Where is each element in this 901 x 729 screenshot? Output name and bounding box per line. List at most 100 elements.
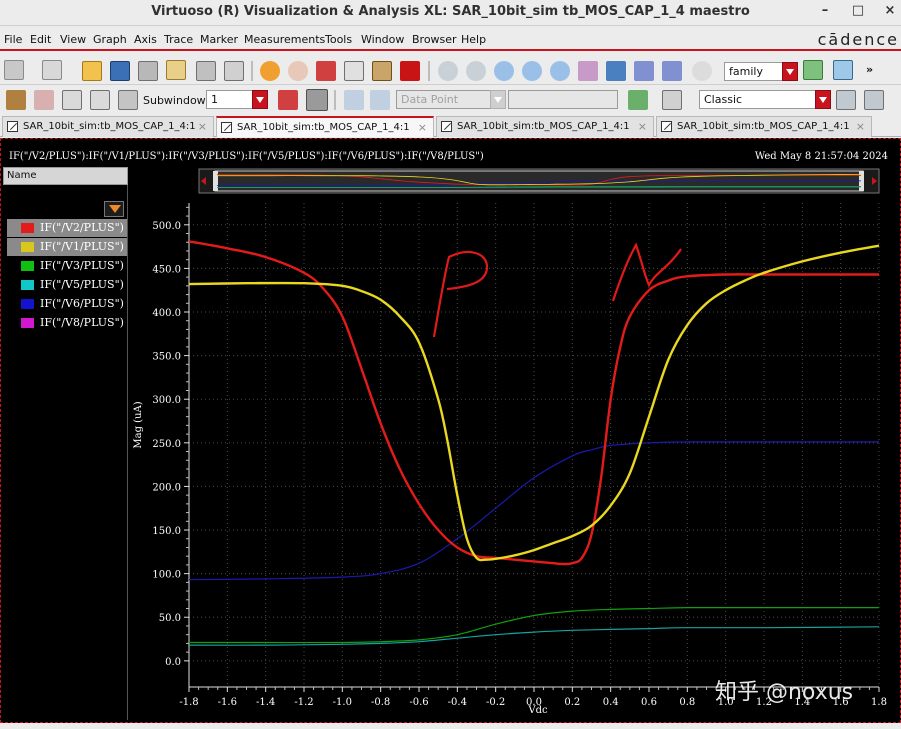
close-window-button[interactable]: × (880, 3, 900, 21)
family-combobox[interactable]: family (724, 62, 798, 81)
x-tick-label: 0.2 (564, 697, 580, 708)
save-icon[interactable] (110, 61, 130, 81)
toolbar-overflow-button[interactable]: » (866, 63, 873, 76)
chat-icon[interactable] (306, 89, 328, 111)
new-window-icon[interactable] (4, 60, 24, 80)
y-tick-label: 200.0 (152, 482, 181, 493)
properties-icon[interactable] (836, 90, 856, 110)
tab-1[interactable]: SAR_10bit_sim:tb_MOS_CAP_1_4:1 × (2, 116, 214, 137)
tab-close-icon[interactable]: × (198, 120, 207, 133)
tab-close-icon[interactable]: × (418, 121, 427, 134)
strip-icon[interactable] (833, 60, 853, 80)
flag-icon[interactable] (278, 90, 298, 110)
filter-icon[interactable] (104, 201, 124, 217)
chevron-down-icon[interactable] (252, 90, 268, 109)
right-arrow-icon[interactable] (370, 90, 390, 110)
y-tick-label: 300.0 (152, 395, 181, 406)
x-tick-label: -1.6 (218, 697, 237, 708)
y-tick-label: 500.0 (152, 221, 181, 232)
undo-icon[interactable] (260, 61, 280, 81)
columns-icon[interactable] (90, 90, 110, 110)
minimize-button[interactable]: – (815, 3, 835, 21)
menu-window[interactable]: Window (361, 33, 404, 46)
plot-axes: -1.8 -1.6 -1.4 -1.2 -1.0 -0.8 -0.6 -0.4 -0.2 0.0 0… (152, 203, 887, 708)
waveform-plot[interactable]: -1.8 -1.6 -1.4 -1.2 -1.0 -0.8 -0.6 -0.4 -0.2 0.0 0… (129, 167, 899, 720)
maximize-button[interactable]: □ (848, 3, 868, 21)
menu-edit[interactable]: Edit (30, 33, 51, 46)
new-subwindow-icon[interactable] (42, 60, 62, 80)
subwindow-grid-icon[interactable] (118, 90, 138, 110)
fit-icon[interactable] (662, 61, 682, 81)
chevron-down-icon[interactable] (782, 62, 798, 81)
style-combobox[interactable]: Classic (699, 90, 831, 109)
tab-3[interactable]: SAR_10bit_sim:tb_MOS_CAP_1_4:1 × (436, 116, 654, 137)
legend-name-header: Name (3, 167, 128, 185)
zoom-out-icon[interactable] (522, 61, 542, 81)
delete-icon[interactable] (400, 61, 420, 81)
left-arrow-icon[interactable] (344, 90, 364, 110)
chevron-down-icon[interactable] (815, 90, 831, 109)
zoom-reset-icon[interactable] (466, 61, 486, 81)
pan-icon[interactable] (634, 61, 654, 81)
grid-icon[interactable] (196, 61, 216, 81)
legend-item-v8[interactable]: IF("/V8/PLUS") (7, 314, 127, 332)
menu-bar: File Edit View Graph Axis Trace Marker M… (0, 28, 901, 51)
x-tick-label: -0.2 (486, 697, 505, 708)
overview-strip[interactable] (198, 168, 880, 194)
stack-icon[interactable] (803, 60, 823, 80)
chevron-down-icon[interactable] (490, 90, 506, 109)
open-folder-icon[interactable] (82, 61, 102, 81)
legend-item-v5[interactable]: IF("/V5/PLUS") (7, 276, 127, 294)
cards-icon[interactable] (34, 90, 54, 110)
y-tick-label: 50.0 (159, 613, 181, 624)
data-point-combobox[interactable]: Data Point (396, 90, 506, 109)
table-icon[interactable] (662, 90, 682, 110)
plot-window-icon (441, 121, 452, 132)
legend-label: IF("/V3/PLUS") (40, 259, 124, 272)
legend-item-v2[interactable]: IF("/V2/PLUS") (7, 219, 127, 237)
x-tick-label: 0.4 (603, 697, 619, 708)
tab-4[interactable]: SAR_10bit_sim:tb_MOS_CAP_1_4:1 × (656, 116, 872, 137)
tab-2[interactable]: SAR_10bit_sim:tb_MOS_CAP_1_4:1 × (216, 116, 434, 137)
marker-wand-icon[interactable] (6, 90, 26, 110)
tab-close-icon[interactable]: × (638, 120, 647, 133)
separator (251, 61, 253, 81)
cut-icon[interactable] (316, 61, 336, 81)
menu-graph[interactable]: Graph (93, 33, 127, 46)
subwindow-combobox[interactable]: 1 (206, 90, 268, 109)
zoom-fit-icon[interactable] (438, 61, 458, 81)
menu-marker[interactable]: Marker (200, 33, 238, 46)
zoom-box-icon[interactable] (606, 61, 626, 81)
y-tick-label: 150.0 (152, 526, 181, 537)
bar-chart-icon[interactable] (628, 90, 648, 110)
print-icon[interactable] (138, 61, 158, 81)
graph-window[interactable]: IF("/V2/PLUS"):IF("/V1/PLUS"):IF("/V3/PL… (0, 138, 901, 723)
edit-icon[interactable] (224, 61, 244, 81)
zoom-in-icon[interactable] (494, 61, 514, 81)
search-icon[interactable] (692, 61, 712, 81)
paste-icon[interactable] (372, 61, 392, 81)
legend-label: IF("/V8/PLUS") (40, 316, 124, 329)
menu-axis[interactable]: Axis (134, 33, 157, 46)
legend-item-v3[interactable]: IF("/V3/PLUS") (7, 257, 127, 275)
tab-close-icon[interactable]: × (856, 120, 865, 133)
waveform-icon[interactable] (166, 60, 186, 80)
menu-browser[interactable]: Browser (412, 33, 457, 46)
legend-item-v1[interactable]: IF("/V1/PLUS") (7, 238, 127, 256)
menu-trace[interactable]: Trace (164, 33, 193, 46)
data-point-field[interactable] (508, 90, 618, 109)
settings-icon[interactable] (864, 90, 884, 110)
menu-file[interactable]: File (4, 33, 22, 46)
data-point-value: Data Point (401, 93, 459, 106)
menu-help[interactable]: Help (461, 33, 486, 46)
zoom-x-icon[interactable] (550, 61, 570, 81)
menu-tools[interactable]: Tools (325, 33, 352, 46)
menu-measurements[interactable]: Measurements (244, 33, 325, 46)
trace-if-v3-plus (188, 606, 879, 644)
rows-icon[interactable] (62, 90, 82, 110)
zoom-y-icon[interactable] (578, 61, 598, 81)
menu-view[interactable]: View (60, 33, 86, 46)
legend-item-v6[interactable]: IF("/V6/PLUS") (7, 295, 127, 313)
redo-icon[interactable] (288, 61, 308, 81)
copy-icon[interactable] (344, 61, 364, 81)
